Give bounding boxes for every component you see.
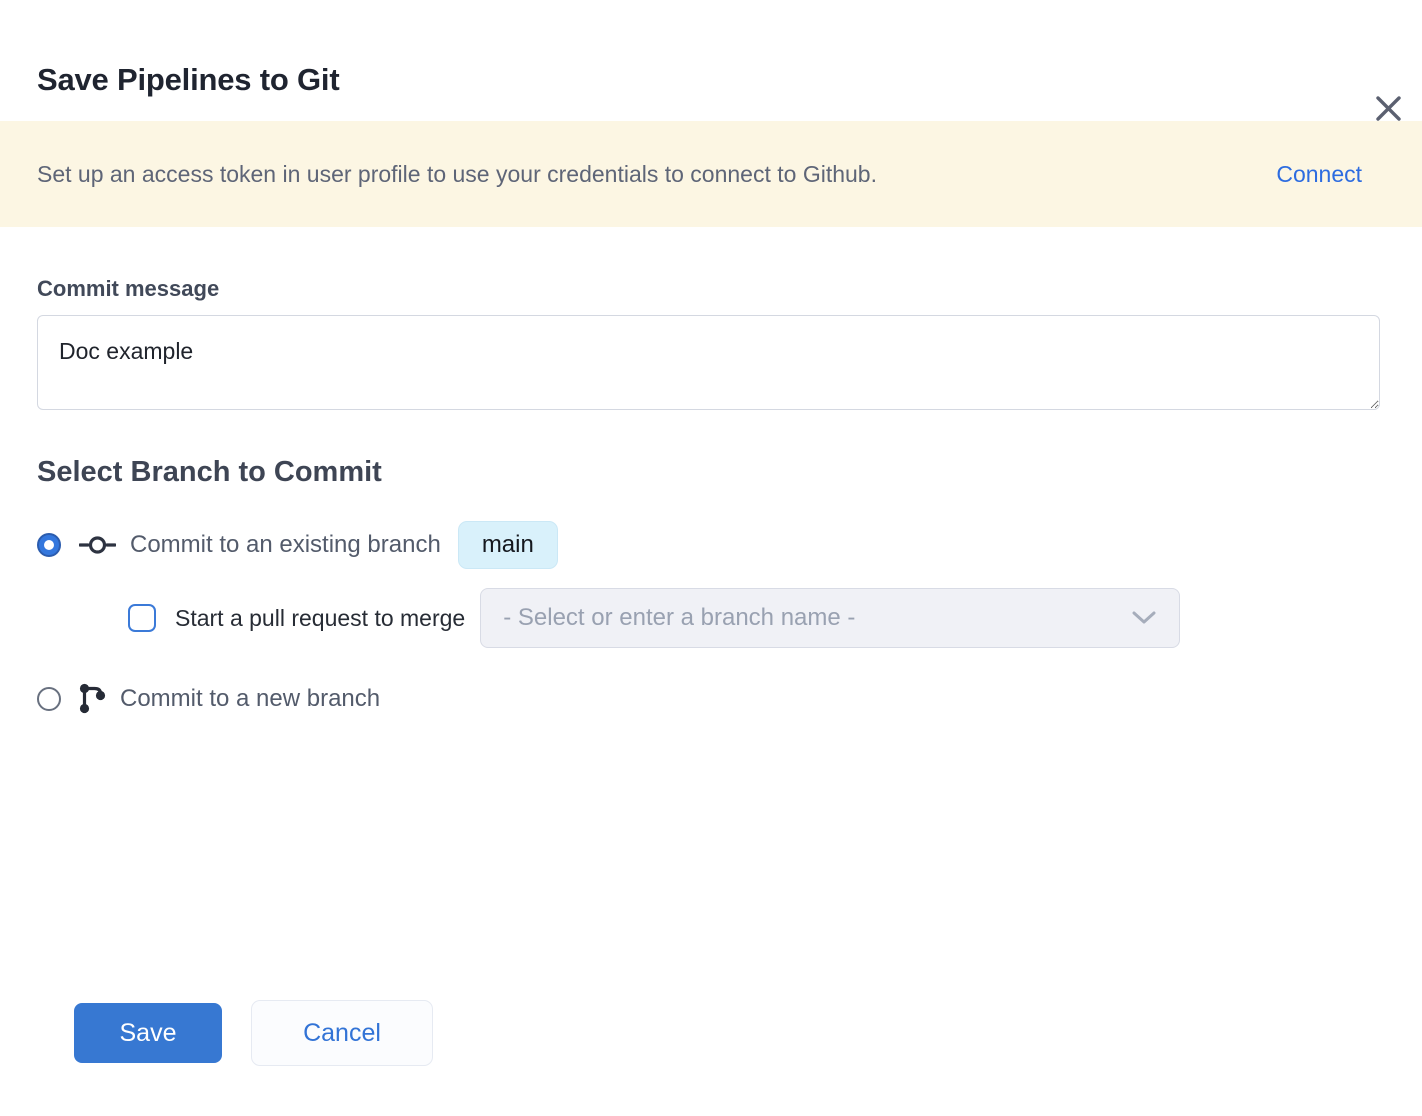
radio-dot [44, 540, 54, 550]
chevron-down-icon [1131, 610, 1157, 626]
pull-request-checkbox[interactable] [128, 604, 156, 632]
modal-body: Commit message Doc example Select Branch… [0, 276, 1422, 1066]
git-commit-icon [79, 534, 116, 556]
pull-request-row: Start a pull request to merge - Select o… [128, 588, 1380, 648]
target-branch-dropdown[interactable]: - Select or enter a branch name - [480, 588, 1180, 648]
close-icon [1374, 94, 1403, 123]
save-pipelines-modal: Save Pipelines to Git Set up an access t… [0, 62, 1422, 1116]
new-branch-radio[interactable] [37, 687, 61, 711]
access-token-banner: Set up an access token in user profile t… [0, 121, 1422, 227]
modal-footer: Save Cancel [74, 1000, 1380, 1066]
page-title: Save Pipelines to Git [37, 62, 1422, 98]
dropdown-placeholder: - Select or enter a branch name - [503, 604, 855, 632]
branch-section-heading: Select Branch to Commit [37, 456, 1380, 489]
commit-message-input[interactable]: Doc example [37, 315, 1380, 410]
existing-branch-row: Commit to an existing branch main [37, 521, 1380, 569]
existing-branch-label: Commit to an existing branch [130, 531, 441, 559]
current-branch-badge: main [458, 521, 558, 569]
cancel-button[interactable]: Cancel [251, 1000, 433, 1066]
commit-message-label: Commit message [37, 276, 1380, 302]
new-branch-row: Commit to a new branch [37, 683, 1380, 714]
existing-branch-radio[interactable] [37, 533, 61, 557]
new-branch-label: Commit to a new branch [120, 685, 380, 713]
connect-link[interactable]: Connect [1276, 161, 1362, 188]
git-branch-icon [79, 683, 106, 714]
save-button[interactable]: Save [74, 1003, 222, 1063]
pull-request-label: Start a pull request to merge [175, 605, 465, 632]
close-button[interactable] [1370, 90, 1406, 126]
banner-message: Set up an access token in user profile t… [37, 161, 877, 188]
